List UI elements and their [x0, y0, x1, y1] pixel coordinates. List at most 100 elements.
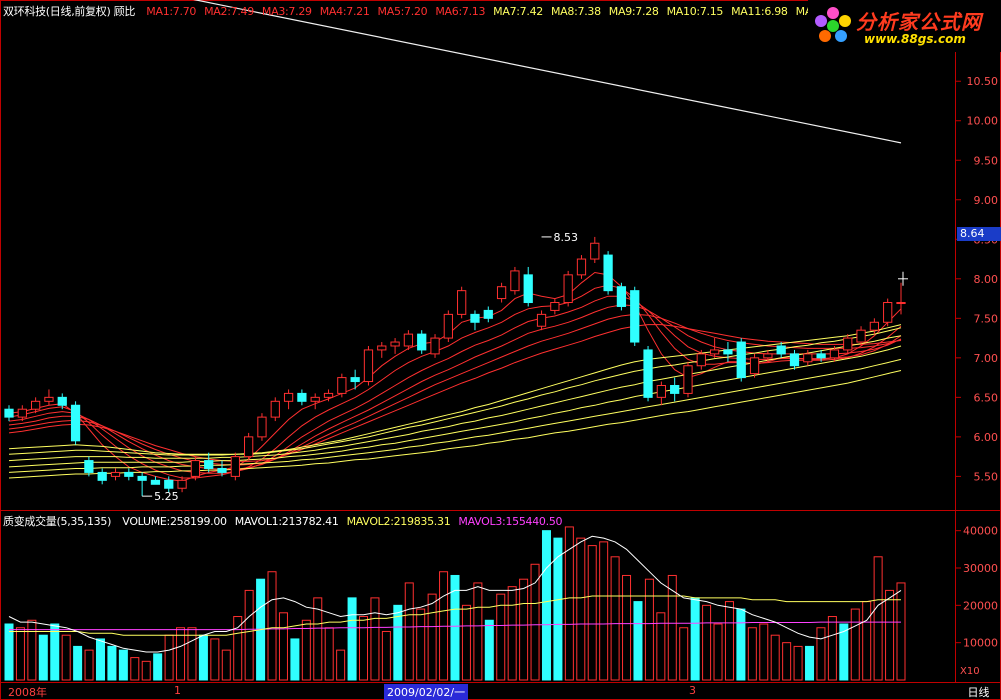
- candle-down: [523, 274, 533, 304]
- volume-bar-down: [805, 645, 815, 681]
- price-tick-label: 6.50: [974, 391, 999, 404]
- x-label-mid2: 3: [689, 684, 696, 697]
- candle-down: [417, 333, 427, 351]
- candle-up: [257, 416, 267, 438]
- volume-bar-up: [862, 601, 872, 681]
- candle-down: [670, 385, 680, 394]
- volume-bar-up: [576, 537, 586, 681]
- period-label[interactable]: 日线: [957, 684, 1000, 699]
- volume-bar-up: [793, 645, 803, 681]
- volume-bar-up: [827, 616, 837, 681]
- volume-bar-up: [702, 604, 712, 681]
- volume-bar-up: [747, 627, 757, 681]
- volume-bar-down: [73, 645, 83, 681]
- volume-bar-down: [347, 597, 357, 681]
- volume-bar-up: [278, 612, 288, 681]
- volume-bar-up: [610, 556, 620, 681]
- candle-up: [230, 456, 240, 477]
- candle-down: [483, 309, 493, 319]
- candle-up: [283, 392, 294, 402]
- volume-bar-up: [519, 578, 529, 681]
- volume-bar-up: [622, 574, 632, 681]
- candle-up: [590, 242, 600, 260]
- volume-title: 质变成交量(5,35,135): [3, 515, 112, 528]
- volume-bar-up: [759, 623, 769, 681]
- volume-bar-up: [782, 642, 792, 681]
- ma-line-7: [8, 324, 902, 455]
- volume-tick-label: 40000: [963, 525, 998, 538]
- volume-bar-up: [221, 649, 231, 681]
- volume-legend: VOLUME:258199.00 MAVOL1:213782.41 MAVOL2:2…: [122, 515, 570, 528]
- candle-down: [97, 471, 107, 481]
- candle-up: [496, 286, 507, 300]
- candle-down: [137, 475, 147, 481]
- volume-tick-label: 20000: [963, 599, 998, 612]
- volume-bar-down: [633, 601, 643, 681]
- volume-bar-down: [736, 608, 746, 681]
- ma-legend-item-6: MA7:7.42: [493, 5, 543, 18]
- volume-bar-up: [679, 627, 689, 681]
- candle-up: [536, 313, 547, 327]
- flower-logo-icon: [815, 7, 851, 42]
- volume-bar-down: [50, 623, 60, 681]
- candle-up: [709, 349, 720, 355]
- candle-up: [337, 377, 347, 394]
- volume-bar-up: [496, 593, 506, 681]
- candle-up: [550, 302, 560, 311]
- volume-bar-down: [4, 623, 14, 681]
- candle-up: [896, 302, 906, 305]
- volume-bar-up: [381, 630, 391, 681]
- candle-down: [736, 341, 746, 379]
- candle-up: [44, 396, 54, 402]
- volume-bar-up: [233, 616, 243, 681]
- volume-bar-down: [541, 530, 551, 681]
- candle-up: [403, 333, 414, 347]
- candle-up: [390, 341, 400, 347]
- ma-legend-item-2: MA3:7.29: [261, 5, 312, 18]
- logo-name: 分析家公式网: [856, 10, 982, 34]
- candle-down: [297, 392, 307, 402]
- volume-bar-up: [164, 634, 174, 681]
- chart-title: 双环科技(日线,前复权) 顾比: [3, 5, 136, 18]
- volume-bar-up: [141, 660, 151, 681]
- site-logo: 分析家公式网 www.88gs.com: [808, 0, 1001, 52]
- volume-bar-down: [450, 574, 460, 681]
- price-tick-label: 10.00: [967, 115, 999, 128]
- ma-line-8: [8, 327, 902, 456]
- volume-unit-label: X10: [960, 666, 980, 677]
- candle-down: [217, 467, 227, 473]
- price-tick-label: 9.00: [974, 194, 999, 207]
- candle-up: [270, 400, 280, 418]
- volume-bar-up: [84, 649, 94, 681]
- candle-up: [323, 392, 334, 398]
- volume-bar-up: [427, 593, 437, 681]
- candle-up: [803, 353, 813, 363]
- volume-bar-up: [599, 541, 609, 681]
- candle-down: [789, 353, 800, 367]
- price-tick-label: 7.50: [974, 312, 999, 325]
- volume-bar-up: [404, 582, 414, 681]
- ma-legend-item-1: MA2:7.49: [204, 5, 254, 18]
- candle-up: [696, 353, 706, 367]
- candle-up: [883, 302, 893, 323]
- x-label-start: 2008年: [8, 686, 47, 699]
- candle-down: [4, 408, 14, 418]
- ma-legend-item-7: MA8:7.38: [550, 5, 601, 18]
- volume-legend-item-2: MAVOL2:219835.31: [346, 515, 451, 528]
- candle-up: [244, 436, 254, 458]
- candle-down: [164, 479, 174, 489]
- candle-up: [310, 396, 320, 402]
- price-tick-label: 7.00: [974, 352, 999, 365]
- volume-bar-up: [885, 589, 895, 681]
- volume-bar-up: [301, 619, 311, 681]
- candle-down: [630, 290, 640, 343]
- ma-legend-item-4: MA5:7.20: [377, 5, 428, 18]
- candle-up: [457, 290, 467, 315]
- candle-down: [816, 353, 826, 359]
- volume-bar-down: [198, 634, 208, 681]
- volume-bar-up: [267, 571, 277, 681]
- volume-bar-up: [210, 638, 220, 681]
- candle-up: [30, 400, 41, 410]
- candle-down: [643, 349, 653, 398]
- volume-bar-down: [95, 638, 105, 681]
